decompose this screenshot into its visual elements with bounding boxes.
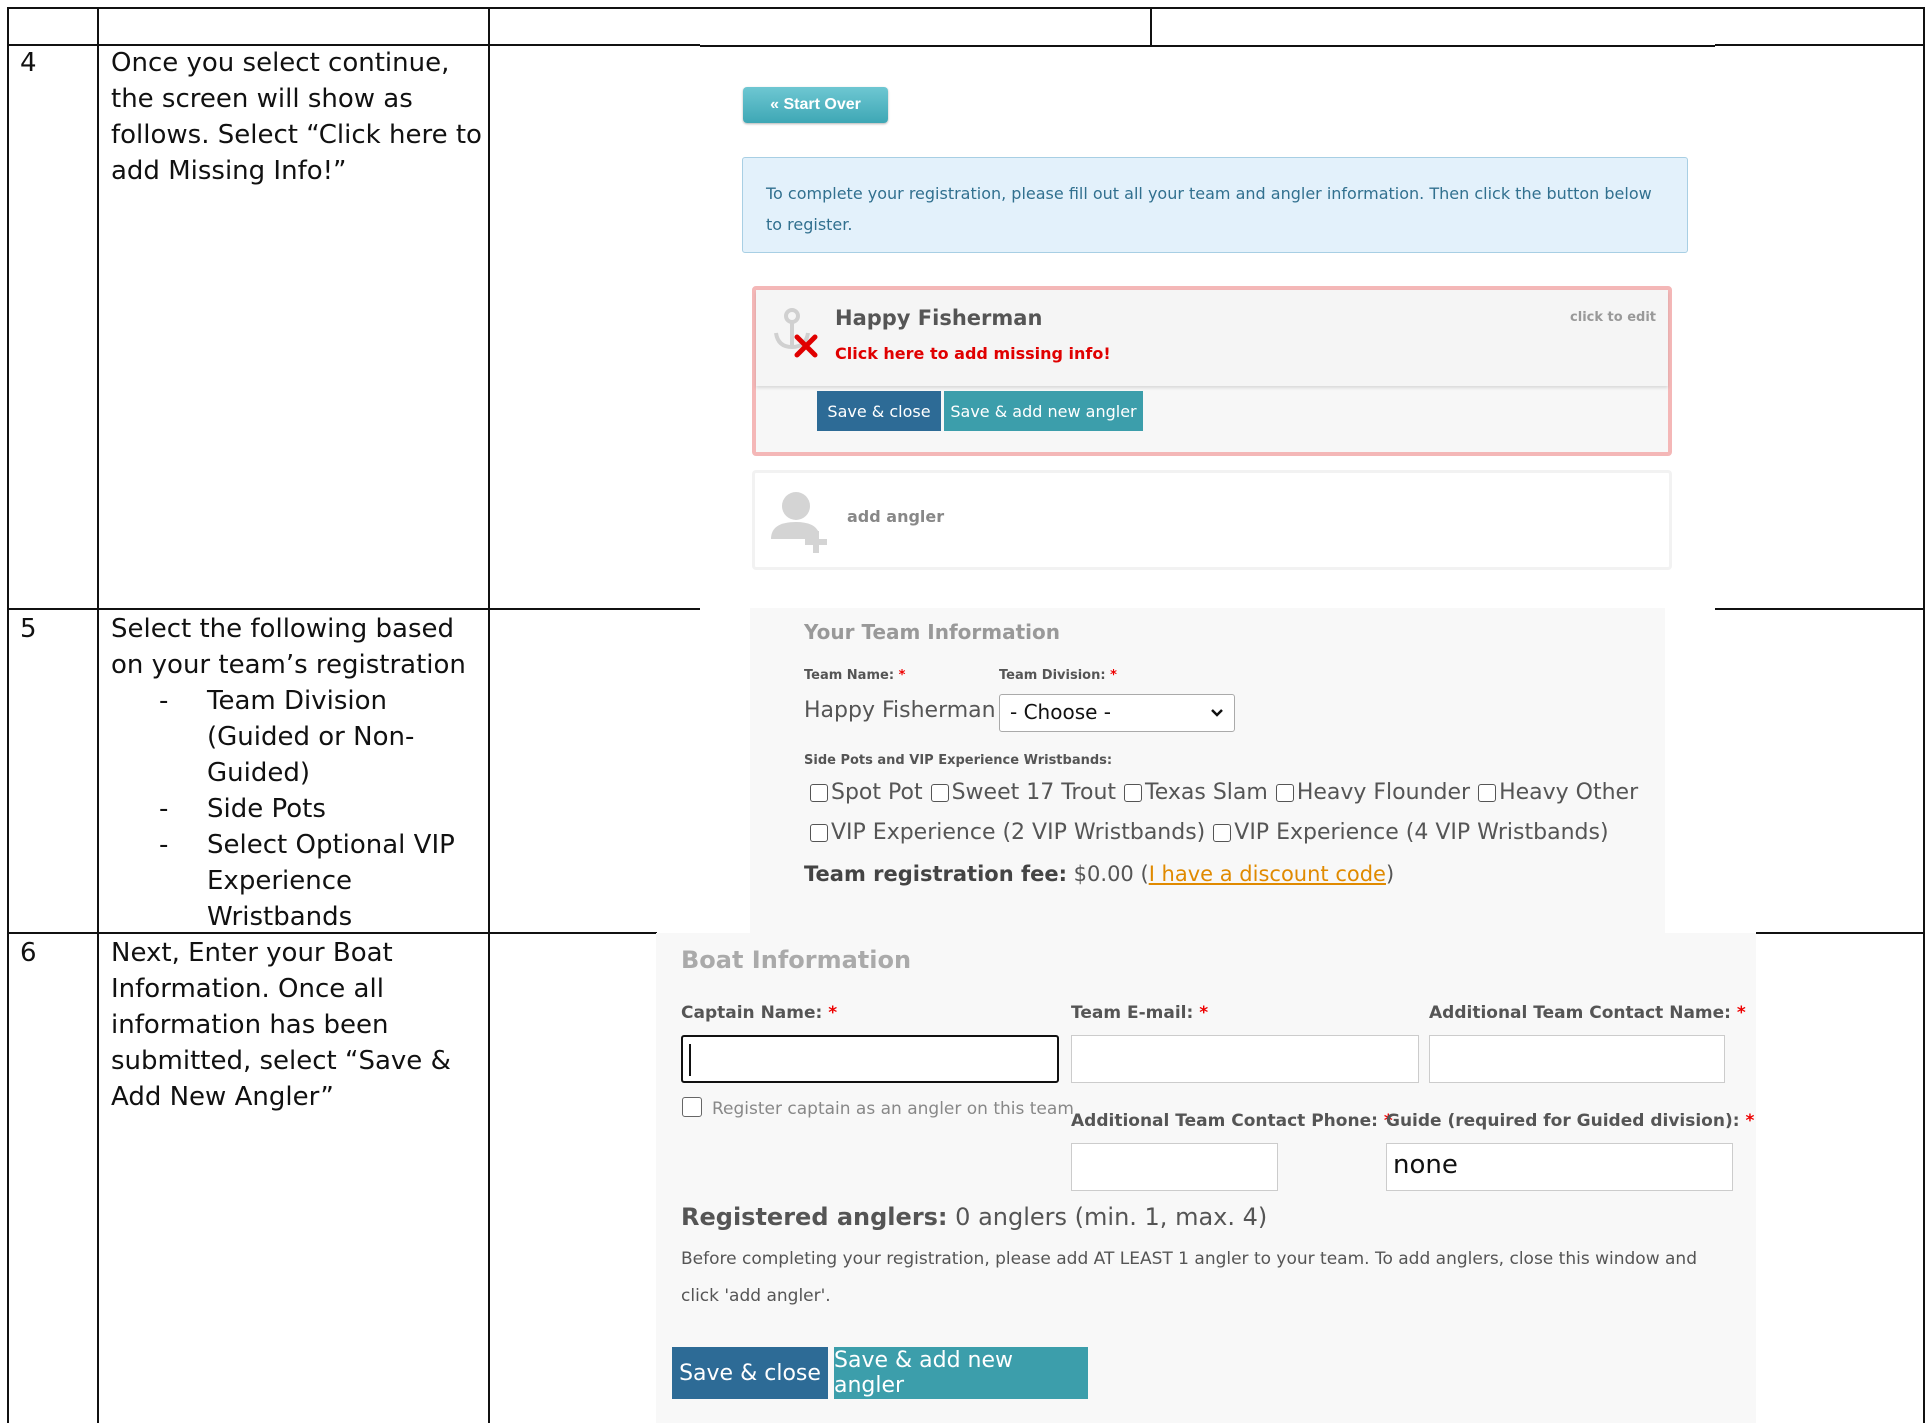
registered-anglers: Registered anglers: 0 anglers (min. 1, m…	[681, 1203, 1267, 1231]
register-captain-checkbox[interactable]	[682, 1097, 702, 1117]
captain-name-label: Captain Name: *	[681, 1003, 838, 1023]
table-border-col3	[1150, 7, 1152, 45]
step-instructions: Next, Enter your Boat Information. Once …	[111, 938, 451, 1112]
heavy-flounder-checkbox[interactable]	[1275, 783, 1294, 802]
boat-info-panel: Boat Information Captain Name: * Team E-…	[656, 933, 1756, 1423]
team-email-label: Team E-mail: *	[1071, 1003, 1209, 1023]
save-add-angler-button[interactable]: Save & add new angler	[834, 1347, 1088, 1399]
save-add-angler-button[interactable]: Save & add new angler	[944, 391, 1143, 431]
team-email-input[interactable]	[1071, 1035, 1419, 1083]
list-item: Side Pots	[111, 791, 486, 827]
contact-phone-input[interactable]	[1071, 1143, 1278, 1191]
captain-name-input[interactable]	[681, 1035, 1059, 1083]
step-number: 5	[20, 614, 37, 644]
section-title: Boat Information	[681, 946, 912, 974]
vip-4-wristbands-checkbox[interactable]	[1213, 823, 1232, 842]
angler-card[interactable]: Happy Fisherman Click here to add missin…	[752, 286, 1672, 456]
info-message: To complete your registration, please fi…	[742, 157, 1688, 253]
side-pots-row: Spot Pot Sweet 17 Trout Texas Slam Heavy…	[810, 780, 1646, 805]
fee-label: Team registration fee:	[804, 862, 1067, 886]
team-division-label: Team Division: *	[999, 668, 1117, 683]
registration-note: Before completing your registration, ple…	[681, 1249, 1697, 1306]
add-angler-label: add angler	[847, 507, 945, 526]
angler-name: Happy Fisherman	[835, 306, 1043, 330]
team-name-value: Happy Fisherman	[804, 698, 996, 723]
step-number: 4	[20, 48, 37, 78]
add-angler-card[interactable]: add angler	[752, 470, 1672, 570]
click-to-edit-hint: click to edit	[1570, 310, 1656, 325]
spot-pot-checkbox[interactable]	[810, 783, 828, 802]
section-title: Your Team Information	[804, 620, 1061, 644]
step-instructions: Once you select continue, the screen wil…	[111, 48, 482, 186]
discount-code-link[interactable]: I have a discount code	[1149, 862, 1386, 886]
table-border-top	[7, 7, 1925, 9]
save-close-button[interactable]: Save & close	[672, 1347, 828, 1399]
step-bullet-list: Team Division (Guided or Non-Guided) Sid…	[111, 683, 486, 935]
step-instructions: Select the following based on your team’…	[111, 611, 486, 935]
list-item: Team Division (Guided or Non-Guided)	[111, 683, 486, 791]
save-close-button[interactable]: Save & close	[817, 391, 941, 431]
top-cut-line	[700, 45, 1715, 47]
team-registration-fee: Team registration fee: $0.00 (I have a d…	[804, 862, 1395, 886]
step-number: 6	[20, 938, 37, 968]
checkbox-label: VIP Experience (2 VIP Wristbands)	[831, 820, 1206, 845]
fee-value: $0.00	[1073, 862, 1134, 886]
checkbox-label: Sweet 17 Trout	[951, 780, 1117, 805]
team-info-panel: Your Team Information Team Name: * Team …	[750, 608, 1665, 933]
team-name-label: Team Name: *	[804, 668, 906, 683]
texas-slam-checkbox[interactable]	[1124, 783, 1143, 802]
contact-name-input[interactable]	[1429, 1035, 1725, 1083]
error-x-icon	[794, 334, 818, 363]
checkbox-label: VIP Experience (4 VIP Wristbands)	[1234, 820, 1609, 845]
side-pots-label: Side Pots and VIP Experience Wristbands:	[804, 753, 1113, 768]
checkbox-label: Texas Slam	[1145, 780, 1268, 805]
guide-label: Guide (required for Guided division): *	[1386, 1111, 1755, 1131]
contact-phone-label: Additional Team Contact Phone: *	[1071, 1111, 1393, 1131]
sweet-17-trout-checkbox[interactable]	[930, 783, 949, 802]
checkbox-label: Heavy Flounder	[1296, 780, 1471, 805]
table-border-row5	[1715, 608, 1925, 610]
guide-input[interactable]: none	[1386, 1143, 1733, 1191]
team-division-select[interactable]: - Choose -	[999, 694, 1235, 732]
contact-name-label: Additional Team Contact Name: *	[1429, 1003, 1746, 1023]
chevron-down-icon	[1210, 703, 1224, 722]
vip-row: VIP Experience (2 VIP Wristbands) VIP Ex…	[810, 820, 1617, 845]
register-captain-label: Register captain as an angler on this te…	[712, 1099, 1074, 1119]
registered-anglers-label: Registered anglers:	[681, 1203, 948, 1231]
table-border-row5	[7, 608, 700, 610]
table-border-row6	[1756, 932, 1925, 934]
table-border-right	[1923, 7, 1925, 1423]
angler-card-header[interactable]: Happy Fisherman Click here to add missin…	[756, 290, 1668, 386]
add-user-icon	[769, 489, 831, 558]
table-border-left	[7, 7, 9, 1423]
checkbox-label: Spot Pot	[831, 780, 923, 805]
registered-anglers-count: 0 anglers (min. 1, max. 4)	[955, 1203, 1268, 1231]
table-border-col2	[488, 7, 490, 1423]
start-over-button[interactable]: « Start Over	[743, 87, 888, 123]
step-intro: Select the following based on your team’…	[111, 614, 466, 680]
list-item: Select Optional VIP Experience Wristband…	[111, 827, 486, 935]
table-border-col1	[97, 7, 99, 1423]
vip-2-wristbands-checkbox[interactable]	[810, 823, 828, 842]
heavy-other-checkbox[interactable]	[1478, 783, 1497, 802]
table-border-header	[1715, 44, 1925, 46]
checkbox-label: Heavy Other	[1499, 780, 1639, 805]
missing-info-link[interactable]: Click here to add missing info!	[835, 344, 1111, 363]
